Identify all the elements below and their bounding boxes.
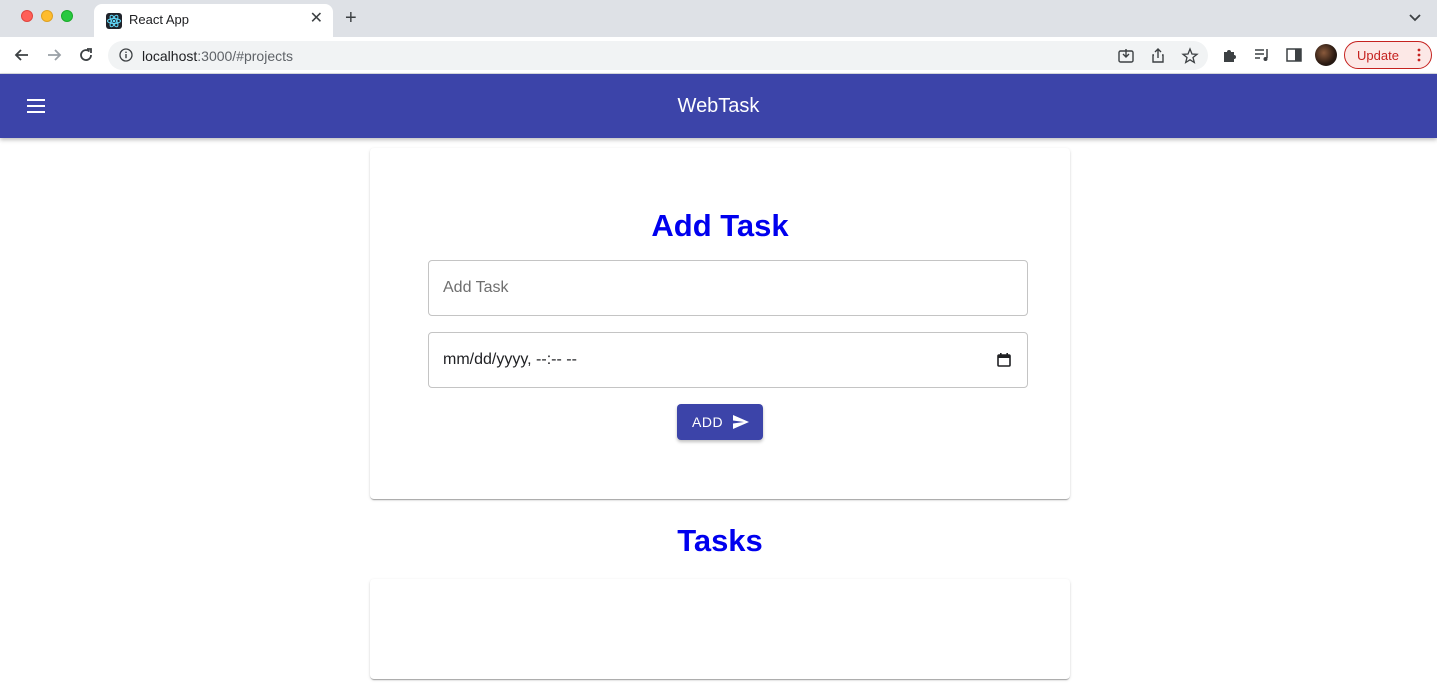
tasks-heading: Tasks xyxy=(677,523,763,558)
window-maximize-button[interactable] xyxy=(61,10,73,22)
tasks-list-card xyxy=(370,579,1070,679)
star-icon[interactable] xyxy=(1181,47,1199,65)
browser-toolbar: localhost:3000/#projects Update xyxy=(0,37,1437,74)
datetime-input-value: mm/dd/yyyy, --:-- -- xyxy=(443,351,577,368)
app-bar: WebTask xyxy=(0,74,1437,138)
media-icon[interactable] xyxy=(1253,46,1271,64)
update-label: Update xyxy=(1357,48,1399,63)
back-arrow-icon[interactable] xyxy=(12,45,32,65)
window-close-button[interactable] xyxy=(21,10,33,22)
side-panel-icon[interactable] xyxy=(1285,46,1303,64)
tab-close-icon[interactable]: ✕ xyxy=(310,10,323,28)
add-button-label: ADD xyxy=(692,414,724,430)
task-input[interactable]: Add Task xyxy=(428,260,1028,316)
extensions-icon[interactable] xyxy=(1221,46,1239,64)
tab-title: React App xyxy=(129,12,189,27)
task-input-placeholder: Add Task xyxy=(443,279,509,296)
share-icon[interactable] xyxy=(1149,47,1167,65)
address-bar[interactable]: localhost:3000/#projects xyxy=(108,41,1208,70)
install-icon[interactable] xyxy=(1117,47,1135,65)
datetime-input[interactable]: mm/dd/yyyy, --:-- -- xyxy=(428,332,1028,388)
new-tab-button[interactable]: + xyxy=(345,7,357,29)
url-text: localhost:3000/#projects xyxy=(142,48,293,64)
add-button[interactable]: ADD xyxy=(677,404,763,440)
browser-tabstrip: React App ✕ + xyxy=(0,0,1437,37)
add-task-heading: Add Task xyxy=(651,208,789,243)
add-task-card: Add Task Add Task mm/dd/yyyy, --:-- -- A… xyxy=(370,148,1070,499)
forward-arrow-icon[interactable] xyxy=(44,45,64,65)
react-favicon-icon xyxy=(106,13,122,29)
browser-tab[interactable]: React App ✕ xyxy=(94,4,333,37)
tab-search-chevron-down-icon[interactable] xyxy=(1407,9,1423,25)
window-minimize-button[interactable] xyxy=(41,10,53,22)
send-icon xyxy=(733,415,749,429)
app-title: WebTask xyxy=(677,95,760,117)
calendar-icon[interactable] xyxy=(996,352,1012,368)
info-icon[interactable] xyxy=(119,48,133,62)
reload-icon[interactable] xyxy=(76,45,96,65)
update-button[interactable]: Update xyxy=(1344,41,1432,69)
more-vert-icon xyxy=(1417,48,1421,62)
profile-avatar[interactable] xyxy=(1315,44,1337,66)
